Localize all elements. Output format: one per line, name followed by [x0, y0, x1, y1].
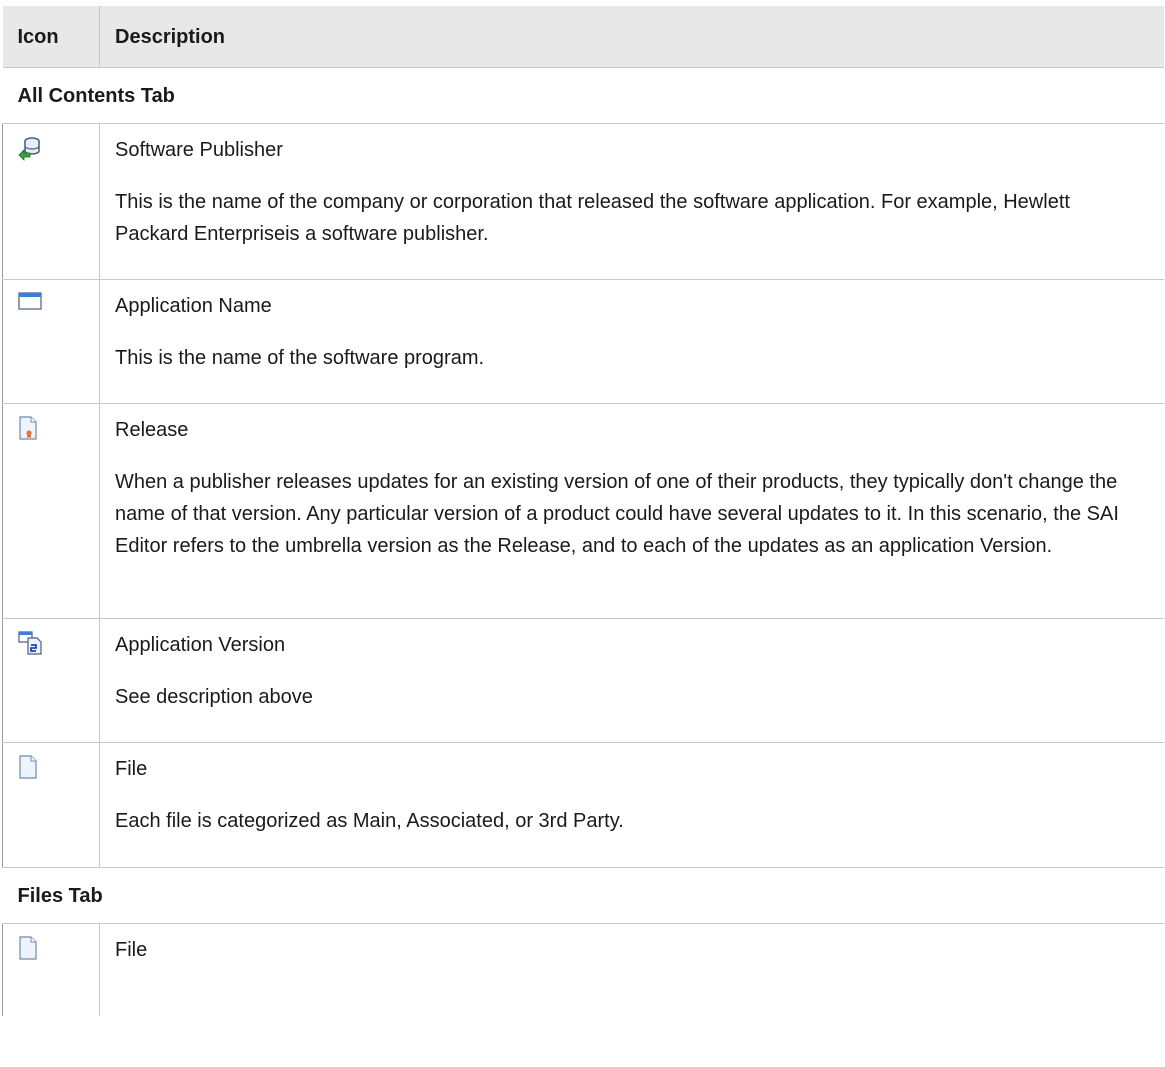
row-description: This is the name of the software program… [115, 347, 485, 369]
software-publisher-icon [18, 136, 42, 161]
section-label: Files Tab [2, 867, 1164, 924]
row-title: Application Version [115, 634, 286, 656]
file-icon [18, 936, 42, 960]
row-description: This is the name of the company or corpo… [115, 191, 1070, 245]
table-row: File Each file is categorized as Main, A… [2, 742, 1164, 868]
row-description: Each file is categorized as Main, Associ… [115, 810, 624, 832]
table-row: File [2, 923, 1164, 1016]
application-window-icon [18, 292, 42, 316]
section-label: All Contents Tab [2, 67, 1164, 124]
table-row: Application Name This is the name of the… [2, 279, 1164, 404]
row-title: Software Publisher [115, 139, 283, 161]
row-title: File [115, 939, 148, 961]
column-header-icon: Icon [2, 6, 100, 68]
row-title: Release [115, 419, 189, 441]
release-document-icon [18, 416, 42, 440]
row-title: File [115, 758, 148, 780]
application-version-icon [18, 631, 42, 655]
section-row-all-contents: All Contents Tab [2, 67, 1164, 124]
table-row: Application Version See description abov… [2, 618, 1164, 743]
column-header-description: Description [99, 6, 1164, 68]
row-title: Application Name [115, 295, 272, 317]
icon-description-table: Icon Description All Contents Tab Softwa [2, 6, 1164, 1016]
row-description: When a publisher releases updates for an… [115, 471, 1119, 557]
section-row-files: Files Tab [2, 867, 1164, 924]
table-header-row: Icon Description [2, 6, 1164, 68]
table-row: Software Publisher This is the name of t… [2, 123, 1164, 280]
table-row: Release When a publisher releases update… [2, 403, 1164, 619]
row-description: See description above [115, 686, 313, 708]
file-icon [18, 755, 42, 779]
